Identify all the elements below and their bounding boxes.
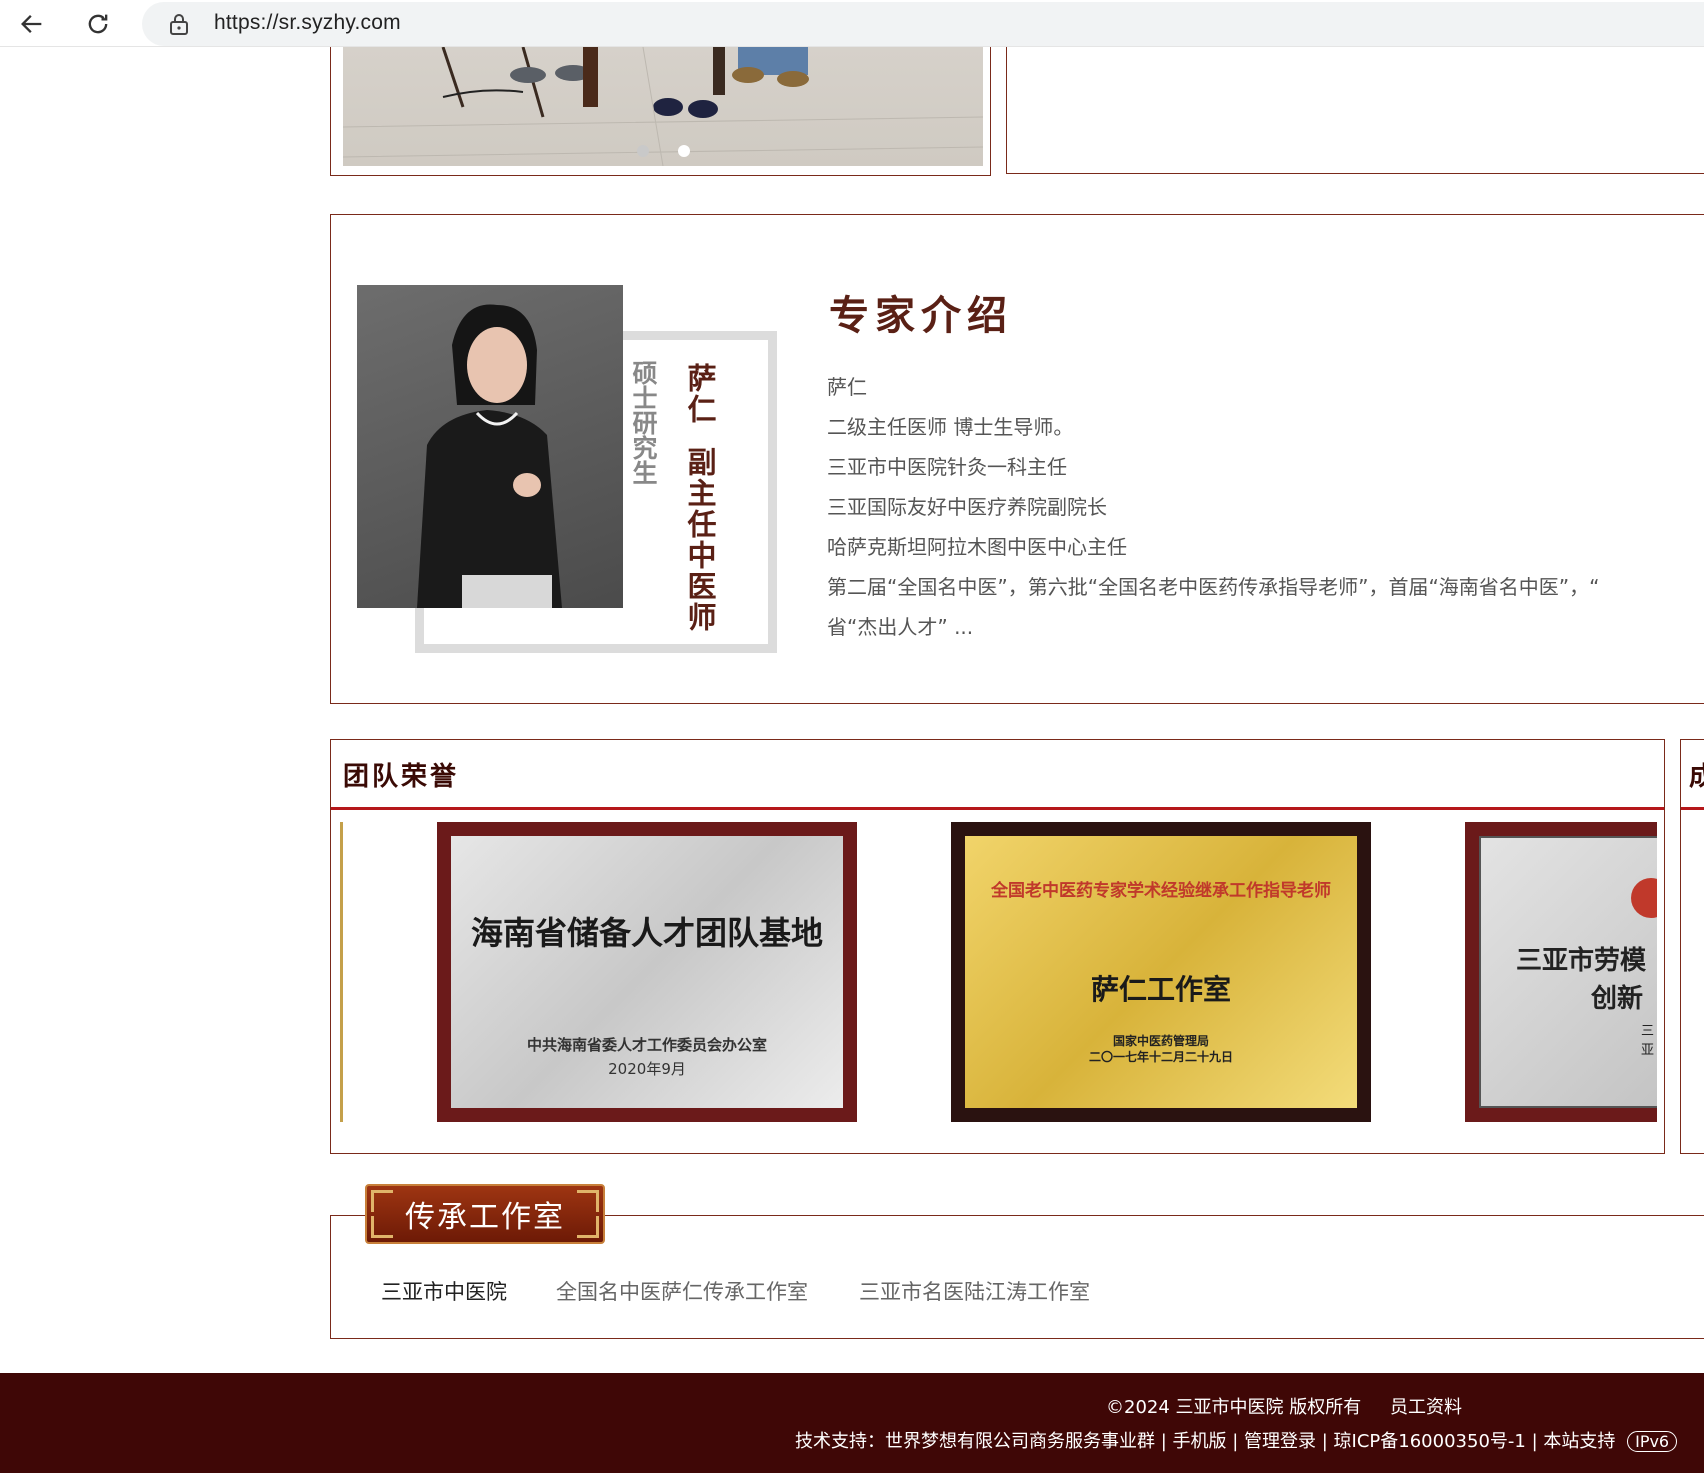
honor-plaque-1[interactable]: 海南省储备人才团队基地 中共海南省委人才工作委员会办公室 2020年9月 xyxy=(437,822,857,1122)
bio-line: 三亚国际友好中医疗养院副院长 xyxy=(827,495,1107,519)
back-button[interactable] xyxy=(16,8,48,40)
bio-line: 第二届“全国名中医”，第六批“全国名老中医药传承指导老师”，首届“海南省名中医”… xyxy=(827,575,1600,599)
ipv6-badge: IPv6 xyxy=(1627,1431,1678,1452)
badge-corner-ornament xyxy=(371,1216,393,1238)
heritage-studio-title: 传承工作室 xyxy=(405,1200,565,1235)
team-honor-panel: 团队荣誉 海南省储备人才团队基地 中共海南省委人才工作委员会办公室 2020年9… xyxy=(330,739,1665,1154)
footer-copyright: ©2024 三亚市中医院 版权所有 xyxy=(1106,1397,1362,1418)
portrait-role-text: 副主任中医师 xyxy=(683,447,717,633)
reload-icon xyxy=(88,14,108,34)
expert-section-title: 专家介绍 xyxy=(829,292,1013,339)
plaque-edge xyxy=(340,822,343,1122)
heritage-studio-badge: 传承工作室 xyxy=(365,1184,605,1244)
studio-link-saren[interactable]: 全国名中医萨仁传承工作室 xyxy=(556,1276,808,1306)
studio-link-lujiangtao[interactable]: 三亚市名医陆江涛工作室 xyxy=(859,1276,1090,1306)
badge-corner-ornament xyxy=(577,1216,599,1238)
photo-carousel-panel xyxy=(330,47,991,176)
badge-corner-ornament xyxy=(371,1190,393,1212)
bio-line: 二级主任医师 博士生导师。 xyxy=(827,415,1074,439)
bio-line: 三亚市中医院针灸一科主任 xyxy=(827,455,1067,479)
team-honor-header: 团队荣誉 xyxy=(331,740,1664,810)
plaque-3-emblem xyxy=(1631,878,1657,918)
honor-plaque-3[interactable]: 三亚市劳模 创新 三亚 xyxy=(1465,822,1657,1122)
portrait-degree-text: 硕士研究生 xyxy=(629,360,658,485)
plaque-1-title: 海南省储备人才团队基地 xyxy=(470,914,823,952)
bio-line: 萨仁 xyxy=(827,375,867,399)
footer-tech-support[interactable]: 技术支持：世界梦想有限公司商务服务事业群 xyxy=(795,1431,1155,1452)
carousel-dot-1[interactable] xyxy=(637,145,649,157)
plaque-2-arc: 全国老中医药专家学术经验继承工作指导老师 xyxy=(991,881,1331,901)
bio-line: 哈萨克斯坦阿拉木图中医中心主任 xyxy=(827,535,1127,559)
lock-icon xyxy=(170,14,188,35)
right-honor-title: 成 xyxy=(1689,756,1704,793)
right-top-panel xyxy=(1006,47,1704,174)
expert-intro-panel: 萨仁 副主任中医师 硕士研究生 专家介绍 萨仁 二级主任医师 博士生导师。 三亚… xyxy=(330,214,1704,704)
footer-staff-link[interactable]: 员工资料 xyxy=(1390,1393,1462,1419)
carousel-dot-2[interactable] xyxy=(678,145,690,157)
team-honor-title: 团队荣誉 xyxy=(343,762,460,792)
right-honor-header: 成 xyxy=(1681,740,1704,810)
reload-button[interactable] xyxy=(82,8,114,40)
footer-links: 技术支持：世界梦想有限公司商务服务事业群 | 手机版 | 管理登录 | 琼ICP… xyxy=(795,1427,1678,1453)
honor-plaque-2[interactable]: 全国老中医药专家学术经验继承工作指导老师 萨仁工作室 国家中医药管理局 二〇一七… xyxy=(951,822,1371,1122)
badge-corner-ornament xyxy=(577,1190,599,1212)
right-honor-panel: 成 xyxy=(1680,739,1704,1154)
plaque-2-title: 萨仁工作室 xyxy=(1090,973,1231,1006)
url-text[interactable]: https://sr.syzhy.com xyxy=(214,11,401,35)
carousel-photo xyxy=(343,47,983,166)
studio-link-hospital[interactable]: 三亚市中医院 xyxy=(381,1276,507,1306)
browser-toolbar: https://sr.syzhy.com xyxy=(0,0,1704,47)
plaque-1-issuer: 中共海南省委人才工作委员会办公室 xyxy=(526,1036,767,1054)
plaque-1-date: 2020年9月 xyxy=(608,1060,686,1078)
plaque-2-issuer: 国家中医药管理局 xyxy=(1112,1034,1209,1048)
footer-site-support: 本站支持 xyxy=(1543,1431,1616,1452)
arrow-left-icon xyxy=(21,15,42,33)
footer-icp-link[interactable]: 琼ICP备16000350号-1 xyxy=(1334,1431,1526,1452)
footer-admin-link[interactable]: 管理登录 xyxy=(1244,1431,1316,1452)
plaque-3-issuer: 三亚 xyxy=(1641,1024,1655,1058)
plaque-2-date: 二〇一七年十二月二十九日 xyxy=(1088,1050,1233,1064)
expert-bio: 萨仁 二级主任医师 博士生导师。 三亚市中医院针灸一科主任 三亚国际友好中医疗养… xyxy=(827,367,1704,647)
plaque-3-subtitle: 创新 xyxy=(1591,984,1644,1014)
portrait-illustration xyxy=(417,304,562,608)
bio-line[interactable]: 省“杰出人才” ... xyxy=(827,607,1704,647)
plaque-3-title: 三亚市劳模 xyxy=(1516,946,1647,976)
portrait-name-text: 萨仁 xyxy=(683,363,717,425)
footer-mobile-link[interactable]: 手机版 xyxy=(1173,1431,1227,1452)
site-footer: ©2024 三亚市中医院 版权所有 员工资料 技术支持：世界梦想有限公司商务服务… xyxy=(0,1373,1704,1473)
expert-portrait xyxy=(357,285,623,608)
photo-illustration xyxy=(343,47,983,166)
